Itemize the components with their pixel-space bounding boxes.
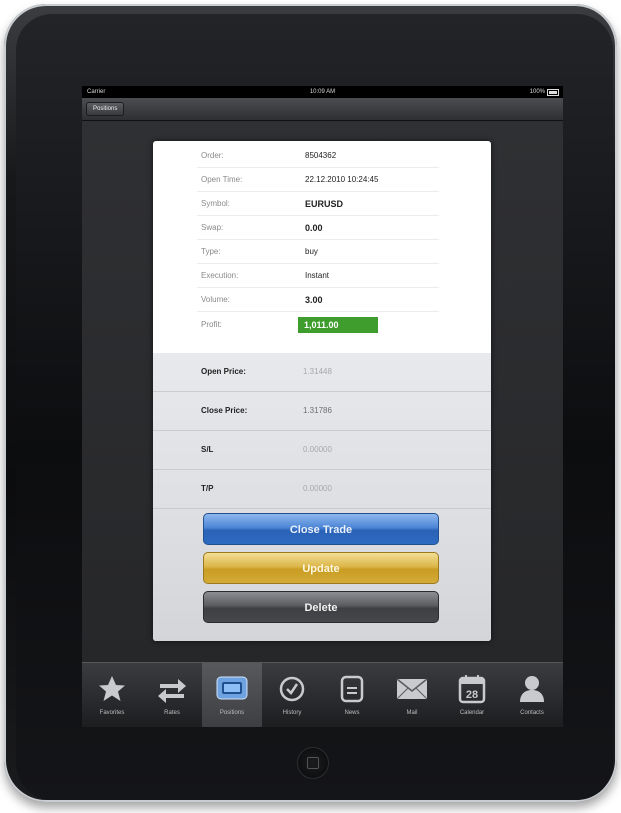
take-profit-input[interactable]: 0.00000 bbox=[303, 470, 332, 508]
back-button-positions[interactable]: Positions bbox=[86, 102, 125, 116]
status-bar: Carrier 10:09 AM 100% bbox=[82, 86, 563, 98]
detail-label: Type: bbox=[201, 247, 221, 256]
detail-row: Open Time: 22.12.2010 10:24:45 bbox=[153, 168, 491, 192]
price-value: 1.31786 bbox=[303, 406, 332, 415]
tab-calendar[interactable]: 28 Calendar bbox=[442, 663, 502, 727]
battery-indicator: 100% bbox=[530, 86, 559, 98]
home-button[interactable] bbox=[297, 747, 329, 779]
tab-rates[interactable]: Rates bbox=[142, 663, 202, 727]
detail-row: Swap: 0.00 bbox=[153, 216, 491, 240]
price-row-close[interactable]: Close Price: 1.31786 bbox=[153, 392, 491, 431]
update-button[interactable]: Update bbox=[203, 552, 439, 584]
price-row-take-profit[interactable]: T/P 0.00000 bbox=[153, 470, 491, 509]
detail-row: Execution: Instant bbox=[153, 264, 491, 288]
detail-value: 8504362 bbox=[305, 151, 337, 160]
detail-row: Volume: 3.00 bbox=[153, 288, 491, 312]
tab-favorites[interactable]: Favorites bbox=[82, 663, 142, 727]
profit-row: Profit: 1,011.00 bbox=[153, 313, 491, 337]
detail-label: Order: bbox=[201, 151, 224, 160]
detail-label: Swap: bbox=[201, 223, 224, 232]
tab-positions[interactable]: Positions bbox=[202, 663, 262, 727]
tab-label: Positions bbox=[219, 710, 245, 716]
delete-button[interactable]: Delete bbox=[203, 591, 439, 623]
profit-label: Profit: bbox=[201, 320, 222, 329]
detail-label: Symbol: bbox=[201, 199, 230, 208]
clock-icon bbox=[262, 673, 322, 705]
tab-label: News bbox=[344, 710, 360, 716]
battery-icon bbox=[547, 88, 559, 96]
content-area: Order: 8504362 Open Time: 22.12.2010 10:… bbox=[82, 121, 563, 662]
price-label: T/P bbox=[201, 484, 214, 493]
tab-label: Calendar bbox=[459, 710, 485, 716]
tab-label: Mail bbox=[406, 710, 418, 716]
detail-value: 3.00 bbox=[305, 295, 323, 305]
detail-label: Execution: bbox=[201, 271, 239, 280]
tab-label: History bbox=[282, 710, 302, 716]
detail-row: Symbol: EURUSD bbox=[153, 192, 491, 216]
tab-contacts[interactable]: Contacts bbox=[502, 663, 562, 727]
price-row-open[interactable]: Open Price: 1.31448 bbox=[153, 353, 491, 392]
detail-label: Open Time: bbox=[201, 175, 243, 184]
detail-value: 0.00 bbox=[305, 223, 323, 233]
tab-label: Favorites bbox=[99, 710, 125, 716]
tab-label: Rates bbox=[164, 710, 180, 716]
price-row-stop-loss[interactable]: S/L 0.00000 bbox=[153, 431, 491, 470]
tab-news[interactable]: News bbox=[322, 663, 382, 727]
navigation-bar: Positions bbox=[82, 98, 563, 121]
profit-value-badge: 1,011.00 bbox=[298, 317, 378, 333]
calendar-day: 28 bbox=[466, 689, 478, 701]
close-trade-button[interactable]: Close Trade bbox=[203, 513, 439, 545]
price-label: S/L bbox=[201, 445, 214, 454]
detail-value: buy bbox=[305, 247, 318, 256]
position-detail-card: Order: 8504362 Open Time: 22.12.2010 10:… bbox=[153, 141, 491, 641]
detail-row: Order: 8504362 bbox=[153, 144, 491, 168]
arrows-exchange-icon bbox=[142, 673, 202, 705]
tab-mail[interactable]: Mail bbox=[382, 663, 442, 727]
status-time: 10:09 AM bbox=[309, 89, 336, 95]
stop-loss-input[interactable]: 0.00000 bbox=[303, 431, 332, 469]
document-icon bbox=[322, 673, 382, 705]
battery-percent: 100% bbox=[529, 89, 545, 95]
star-icon bbox=[82, 673, 142, 705]
price-label: Close Price: bbox=[201, 406, 248, 415]
detail-row: Type: buy bbox=[153, 240, 491, 264]
tab-history[interactable]: History bbox=[262, 663, 322, 727]
envelope-icon bbox=[382, 673, 442, 705]
detail-value: Instant bbox=[305, 271, 330, 280]
detail-value: 22.12.2010 10:24:45 bbox=[305, 175, 379, 184]
price-section: Open Price: 1.31448 Close Price: 1.31786… bbox=[153, 353, 491, 641]
positions-icon bbox=[202, 673, 262, 705]
person-icon bbox=[502, 673, 562, 705]
price-value: 1.31448 bbox=[303, 367, 332, 376]
detail-label: Volume: bbox=[201, 295, 230, 304]
tab-bar: Favorites Rates Positions History News M… bbox=[82, 662, 563, 727]
detail-value: EURUSD bbox=[305, 199, 344, 209]
app-screen: Carrier 10:09 AM 100% Positions Order: 8… bbox=[82, 86, 563, 727]
calendar-icon: 28 bbox=[442, 673, 502, 705]
tab-label: Contacts bbox=[520, 710, 544, 716]
price-label: Open Price: bbox=[201, 367, 246, 376]
